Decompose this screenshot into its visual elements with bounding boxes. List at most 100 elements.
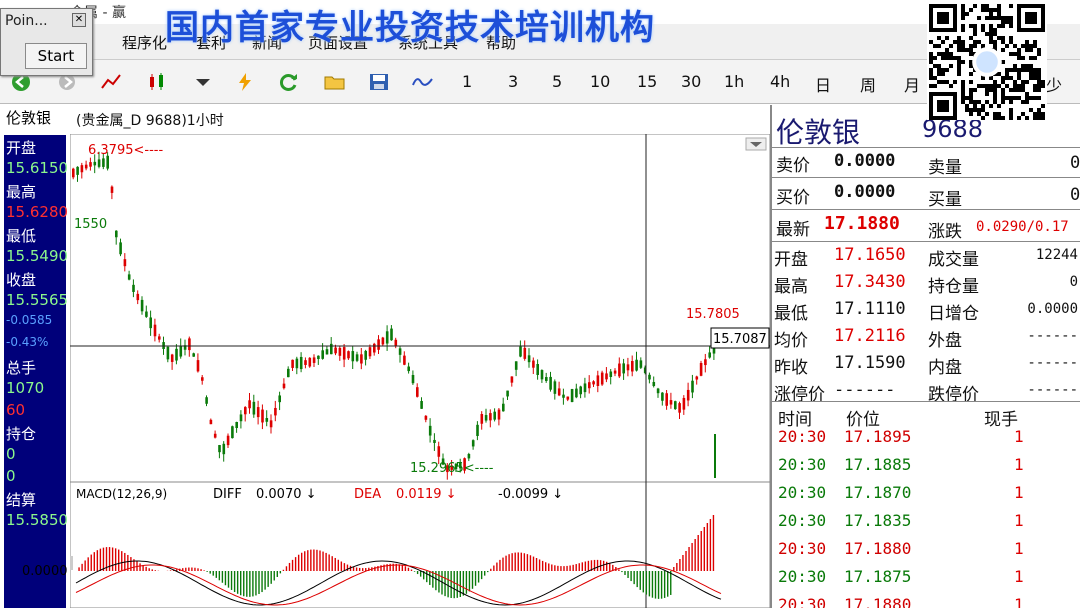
chart-canvas[interactable]: 6.3795<---- 15.2965<---- 1550 15.7805 15.708… <box>69 133 771 608</box>
qr-module <box>981 76 985 80</box>
cursor-price-label: 15.7087 <box>713 332 767 347</box>
candle-body <box>158 336 161 340</box>
qr-module <box>945 48 949 52</box>
candle-chart-icon[interactable] <box>146 72 168 92</box>
period-10[interactable]: 10 <box>590 72 610 91</box>
stat-label: 开盘 <box>774 250 808 270</box>
period-30[interactable]: 30 <box>681 72 701 91</box>
period-3[interactable]: 3 <box>508 72 518 91</box>
qr-module <box>1037 80 1041 84</box>
candle-body <box>704 359 707 366</box>
candle-body <box>269 420 273 428</box>
period-partial[interactable]: 少 <box>1046 72 1062 96</box>
candle-body <box>252 401 256 415</box>
candle-body <box>588 382 591 389</box>
qr-module <box>969 92 973 96</box>
qr-module <box>1029 64 1033 68</box>
candle-body <box>170 354 174 362</box>
qr-module <box>965 108 969 112</box>
buy-qty-value: 0 <box>1070 185 1080 205</box>
qr-module <box>1033 88 1037 92</box>
candle-body <box>282 383 286 389</box>
period-15[interactable]: 15 <box>637 72 657 91</box>
candle-body <box>575 388 578 398</box>
qr-module <box>1025 68 1029 72</box>
qr-module <box>1005 68 1009 72</box>
qr-module <box>1033 112 1037 116</box>
qr-module <box>953 40 957 44</box>
period-1h[interactable]: 1h <box>724 72 744 91</box>
trade-row: 20:30 17.1895 1 <box>778 427 1078 455</box>
qr-module <box>973 88 977 92</box>
candle-body <box>201 377 204 381</box>
candle-body <box>678 403 681 413</box>
qr-module <box>1017 56 1021 60</box>
start-button[interactable]: Start <box>25 43 87 69</box>
qr-module <box>977 108 981 112</box>
left-panel-value: 15.5565 <box>6 291 69 309</box>
qr-module <box>937 64 941 68</box>
stat-value: 17.1650 <box>834 245 906 265</box>
line-chart-icon[interactable] <box>100 72 122 92</box>
candle-body <box>209 419 213 425</box>
candle-body <box>132 284 135 292</box>
candle-body <box>80 165 84 173</box>
qr-module <box>1025 64 1029 68</box>
qr-module <box>1037 88 1041 92</box>
price-chart[interactable]: 6.3795<---- 15.2965<---- 1550 15.7805 15.708… <box>69 133 771 608</box>
lightning-icon[interactable] <box>234 72 256 92</box>
sell-qty-value: 0 <box>1070 153 1080 173</box>
qr-module <box>1021 80 1025 84</box>
trade-price: 17.1870 <box>844 483 912 502</box>
close-icon[interactable]: ✕ <box>72 13 86 27</box>
qr-module <box>969 64 973 68</box>
candle-body <box>562 394 565 398</box>
candle-body <box>674 401 677 410</box>
candle-body <box>312 357 316 363</box>
floating-window-title: Poin... <box>5 13 48 29</box>
candle-body <box>248 400 251 409</box>
qr-module <box>961 16 965 20</box>
period-5[interactable]: 5 <box>552 72 562 91</box>
qr-module <box>993 44 997 48</box>
period-4h[interactable]: 4h <box>770 72 790 91</box>
left-panel-label: 总手 <box>6 359 37 377</box>
candle-body <box>334 347 337 354</box>
stat-label: 成交量 <box>928 250 979 270</box>
qr-module <box>1013 68 1017 72</box>
qr-module <box>961 88 965 92</box>
left-panel-value: 0 <box>6 467 16 485</box>
refresh-icon[interactable] <box>278 72 300 92</box>
qr-module <box>969 52 973 56</box>
candle-body <box>256 407 260 418</box>
period-day[interactable]: 日 <box>815 72 831 96</box>
floating-window[interactable]: Poin... ✕ Start <box>0 8 93 76</box>
dropdown-arrow-icon[interactable] <box>192 72 214 92</box>
qr-module <box>985 92 989 96</box>
qr-module <box>1033 56 1037 60</box>
trade-price: 17.1835 <box>844 511 912 530</box>
candle-body <box>480 414 484 424</box>
period-month[interactable]: 月 <box>904 72 920 96</box>
candle-body <box>299 356 303 370</box>
qr-module <box>945 56 949 60</box>
qr-module <box>1033 116 1037 120</box>
qr-module <box>1001 80 1005 84</box>
period-week[interactable]: 周 <box>860 72 876 96</box>
period-1[interactable]: 1 <box>462 72 472 91</box>
wave-icon[interactable] <box>412 72 434 92</box>
qr-module <box>937 68 941 72</box>
macd-zero-label: 0.0000 <box>22 564 68 579</box>
candle-body <box>553 381 557 394</box>
candle-body <box>84 164 88 169</box>
menu-item-programmatic[interactable]: 程序化 <box>122 32 167 53</box>
qr-module <box>949 52 953 56</box>
trade-time: 20:30 <box>778 539 827 558</box>
open-folder-icon[interactable] <box>324 72 346 92</box>
qr-module <box>1037 72 1041 76</box>
candle-body <box>506 390 509 397</box>
save-icon[interactable] <box>368 72 390 92</box>
qr-module <box>1025 48 1029 52</box>
candle-body <box>669 400 673 405</box>
stat-value: 12244 <box>1035 247 1078 263</box>
